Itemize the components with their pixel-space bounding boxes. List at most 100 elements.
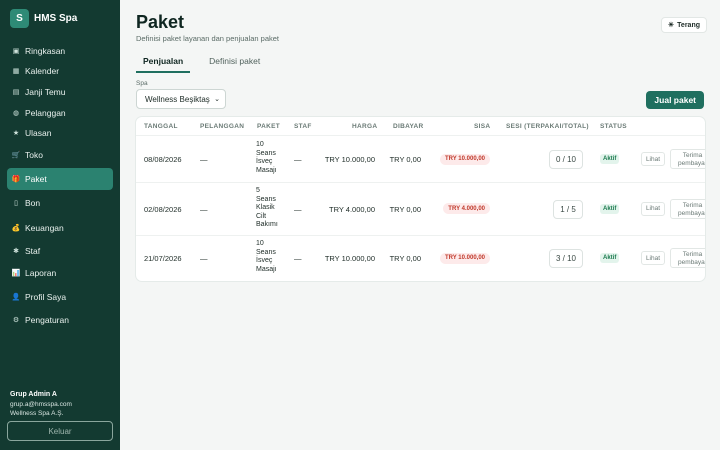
sidebar-item-profil-saya[interactable]: 👤 Profil Saya (7, 286, 113, 307)
paket-word: Seans (256, 195, 276, 203)
user-name: Grup Admin A (10, 391, 57, 398)
brand-logo: S (10, 9, 29, 28)
sidebar-item-ulasan[interactable]: ★ Ulasan (7, 123, 113, 144)
sidebar-item-staf[interactable]: ✱ Staf (7, 240, 113, 261)
cell-harga: TRY 10.000,00 (324, 155, 375, 164)
sidebar-item-label: Pengaturan (25, 314, 69, 325)
user-email: grup.a@hmsspa.com (10, 400, 72, 408)
view-button[interactable]: Lihat (641, 201, 665, 216)
receive-payment-button[interactable]: Terima pembayar (670, 198, 705, 219)
receive-payment-label: pembayar (678, 209, 705, 217)
status-badge: Aktif (600, 203, 620, 214)
th-paket: PAKET (257, 123, 281, 130)
brand[interactable]: S HMS Spa (10, 9, 77, 28)
paket-word: İsveç (256, 158, 273, 165)
cell-pelanggan: — (200, 254, 208, 263)
th-dibayar: DIBAYAR (393, 123, 424, 130)
sidebar-item-janji-temu[interactable]: ▤ Janji Temu (7, 81, 113, 102)
paket-word: Seans (256, 248, 276, 256)
star-icon: ★ (12, 130, 20, 137)
cell-pelanggan: — (200, 155, 208, 164)
page-title: Paket (136, 12, 185, 32)
status-badge: Aktif (600, 253, 620, 263)
cell-tanggal: 02/08/2026 (144, 204, 182, 214)
cell-dibayar: TRY 0,00 (389, 254, 421, 263)
paket-word: İsveç (256, 257, 273, 264)
paket-word: Klasik (256, 204, 275, 211)
tab-penjualan[interactable]: Penjualan (136, 55, 191, 73)
sesi-input[interactable]: 1 / 5 (553, 199, 583, 219)
user-company: Wellness Spa A.Ş. (10, 410, 64, 417)
sesi-input[interactable]: 3 / 10 (549, 249, 583, 268)
sell-package-button[interactable]: Jual paket (646, 91, 704, 109)
sidebar-item-ringkasan[interactable]: ▣ Ringkasan (7, 40, 113, 61)
sisa-badge: TRY 4.000,00 (443, 203, 490, 214)
brand-name: HMS Spa (34, 13, 78, 24)
sidebar-item-keuangan[interactable]: 💰 Keuangan (7, 217, 113, 238)
sisa-badge: TRY 10.000,00 (439, 153, 490, 165)
sesi-input[interactable]: 0 / 10 (549, 150, 583, 169)
sidebar: S HMS Spa ▣ Ringkasan ▦ Kalender ▤ Janji Temu… (0, 0, 120, 450)
view-button[interactable]: Lihat (641, 251, 665, 265)
cell-staf: — (294, 204, 302, 214)
sisa-badge: TRY 10.000,00 (439, 252, 490, 264)
sun-icon: ☀ (667, 22, 675, 29)
chart-icon: 📊 (11, 269, 21, 277)
appointments-icon: ▤ (12, 88, 20, 96)
sidebar-item-kalender[interactable]: ▦ Kalender (7, 61, 113, 82)
receipt-icon: ▯ (14, 199, 18, 207)
cell-paket: 10 Seans İsveç Masajı (256, 240, 280, 274)
th-harga: HARGA (352, 123, 378, 130)
tabs: Penjualan Definisi paket (136, 55, 267, 73)
receive-payment-label: Terima (682, 201, 703, 209)
th-staf: STAF (294, 123, 312, 130)
th-sesi: SESI (TERPAKAI/TOTAL) (506, 123, 589, 130)
paket-word: Seans (256, 149, 276, 157)
sidebar-item-label: Toko (25, 149, 43, 160)
user-info: Grup Admin A grup.a@hmsspa.com Wellness … (10, 390, 72, 419)
sidebar-item-bon[interactable]: ▯ Bon (7, 192, 113, 213)
theme-toggle-button[interactable]: ☀ Terang (660, 17, 707, 33)
calendar-icon: ▦ (12, 68, 20, 75)
receive-payment-button[interactable]: Terima pembayar (670, 248, 705, 268)
gift-icon: 🎁 (11, 176, 21, 183)
sidebar-item-toko[interactable]: 🛒 Toko (7, 144, 113, 165)
cell-dibayar: TRY 0,00 (389, 204, 421, 214)
receive-payment-label: pembayar (678, 160, 705, 167)
th-pelanggan: PELANGGAN (200, 123, 245, 130)
spa-select[interactable]: Wellness Beşiktaş ⌄ (136, 89, 226, 109)
receive-payment-button[interactable]: Terima pembayar (670, 149, 705, 169)
cell-tanggal: 21/07/2026 (144, 254, 182, 263)
staff-icon: ✱ (13, 247, 19, 255)
cell-harga: TRY 10.000,00 (324, 254, 375, 263)
sidebar-item-label: Kalender (25, 66, 60, 76)
receive-payment-label: Terima (682, 251, 703, 258)
receive-payment-label: Terima (682, 152, 703, 159)
paket-word: 10 (256, 141, 264, 148)
paket-word: Bakımı (256, 221, 278, 228)
main-content: Paket Definisi paket layanan dan penjual… (120, 0, 720, 450)
paket-word: 5 (256, 187, 260, 194)
receive-payment-label: pembayar (678, 259, 705, 266)
cell-staf: — (294, 155, 302, 164)
sidebar-item-pelanggan[interactable]: ◍ Pelanggan (7, 102, 113, 123)
theme-label: Terang (677, 21, 700, 29)
view-button[interactable]: Lihat (641, 152, 665, 166)
paket-word: Cilt (256, 212, 267, 220)
sidebar-item-pengaturan[interactable]: ⚙ Pengaturan (7, 309, 113, 330)
cell-tanggal: 08/08/2026 (144, 155, 182, 164)
cart-icon: 🛒 (11, 151, 21, 159)
th-sisa: SISA (474, 123, 491, 130)
customers-icon: ◍ (12, 109, 20, 117)
sidebar-item-label: Paket (25, 174, 47, 184)
logout-button[interactable]: Keluar (7, 421, 113, 441)
tab-definisi-paket[interactable]: Definisi paket (202, 55, 267, 73)
settings-icon: ⚙ (12, 316, 20, 324)
page-subtitle: Definisi paket layanan dan penjualan pak… (136, 34, 280, 43)
cell-paket: 10 Seans İsveç Masajı (256, 141, 280, 175)
sidebar-item-laporan[interactable]: 📊 Laporan (7, 262, 113, 283)
sidebar-item-paket[interactable]: 🎁 Paket (7, 168, 113, 190)
profile-icon: 👤 (11, 293, 21, 301)
sidebar-item-label: Pelanggan (25, 107, 66, 118)
sidebar-item-label: Bon (25, 197, 41, 208)
